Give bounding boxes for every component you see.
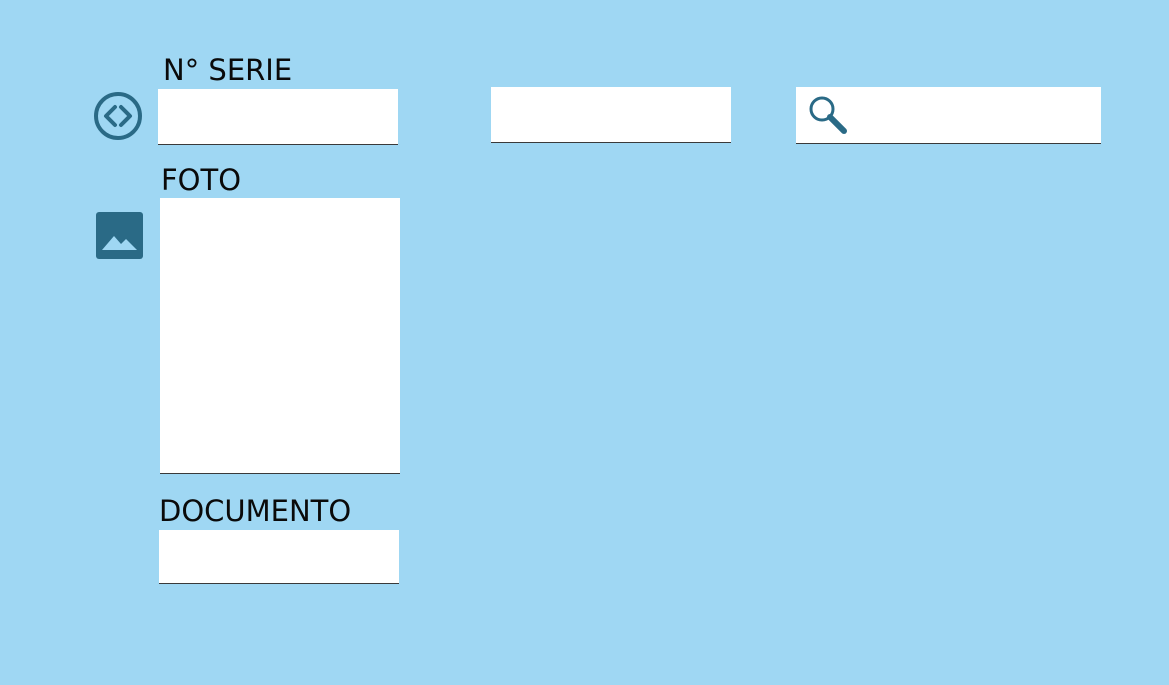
serial-label: N° SERIE	[163, 53, 293, 87]
code-circle-icon[interactable]	[93, 91, 143, 141]
secondary-input[interactable]	[491, 87, 731, 143]
search-icon[interactable]	[806, 93, 850, 137]
document-label: DOCUMENTO	[159, 494, 352, 528]
photo-label: FOTO	[161, 163, 242, 197]
search-field[interactable]	[796, 87, 1101, 144]
search-input[interactable]	[852, 87, 1096, 143]
image-icon[interactable]	[96, 212, 143, 259]
photo-box[interactable]	[160, 198, 400, 474]
serial-input[interactable]	[158, 89, 398, 145]
form-page: N° SERIE FOTO DOCUMENTO	[0, 0, 1169, 685]
document-input[interactable]	[159, 530, 399, 584]
